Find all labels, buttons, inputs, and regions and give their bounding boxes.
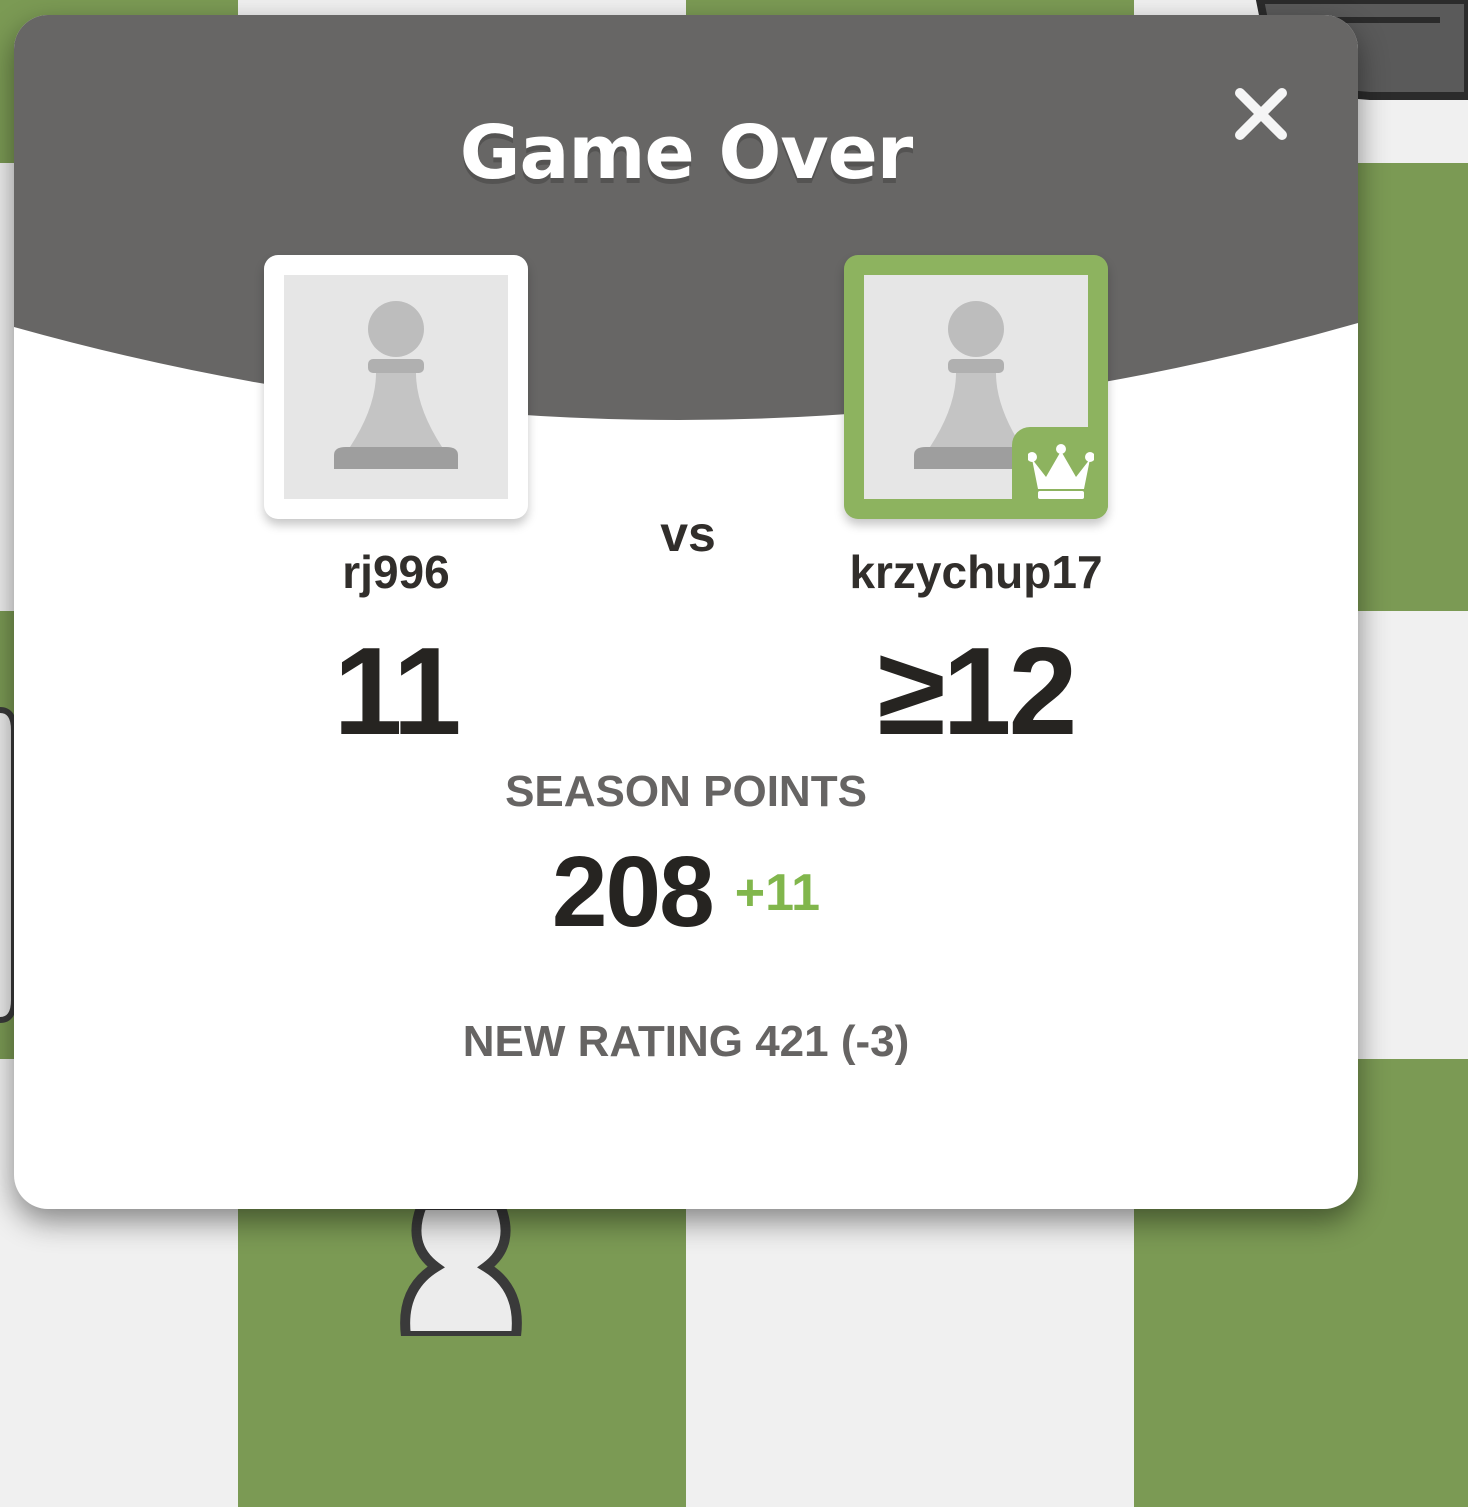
season-points-value: 208	[551, 836, 715, 948]
season-points-delta: +11	[734, 863, 821, 922]
player2-name: krzychup17	[849, 546, 1103, 598]
modal-title: Game Over	[459, 110, 914, 196]
season-points-label: SEASON POINTS	[505, 767, 867, 816]
season-points-row: 208 +11	[14, 835, 1358, 950]
crown-icon	[1028, 444, 1094, 499]
pawn-avatar-icon	[334, 301, 458, 469]
white-pawn-piece-icon[interactable]	[386, 1205, 536, 1336]
modal-header-background	[14, 15, 1358, 421]
player1-name: rj996	[342, 546, 450, 598]
close-icon[interactable]	[1226, 79, 1296, 149]
player2-score: ≥12	[877, 623, 1078, 761]
new-rating-text: NEW RATING 421 (-3)	[462, 1017, 910, 1066]
player2-avatar[interactable]	[844, 255, 1108, 519]
player1-avatar[interactable]	[264, 255, 528, 519]
winner-badge	[1012, 427, 1108, 519]
versus-label: vs	[660, 506, 716, 562]
player1-score: 11	[333, 623, 461, 761]
game-over-modal: Game Over rj996 11 vs krzychup17 ≥12 SEA…	[14, 15, 1358, 1209]
